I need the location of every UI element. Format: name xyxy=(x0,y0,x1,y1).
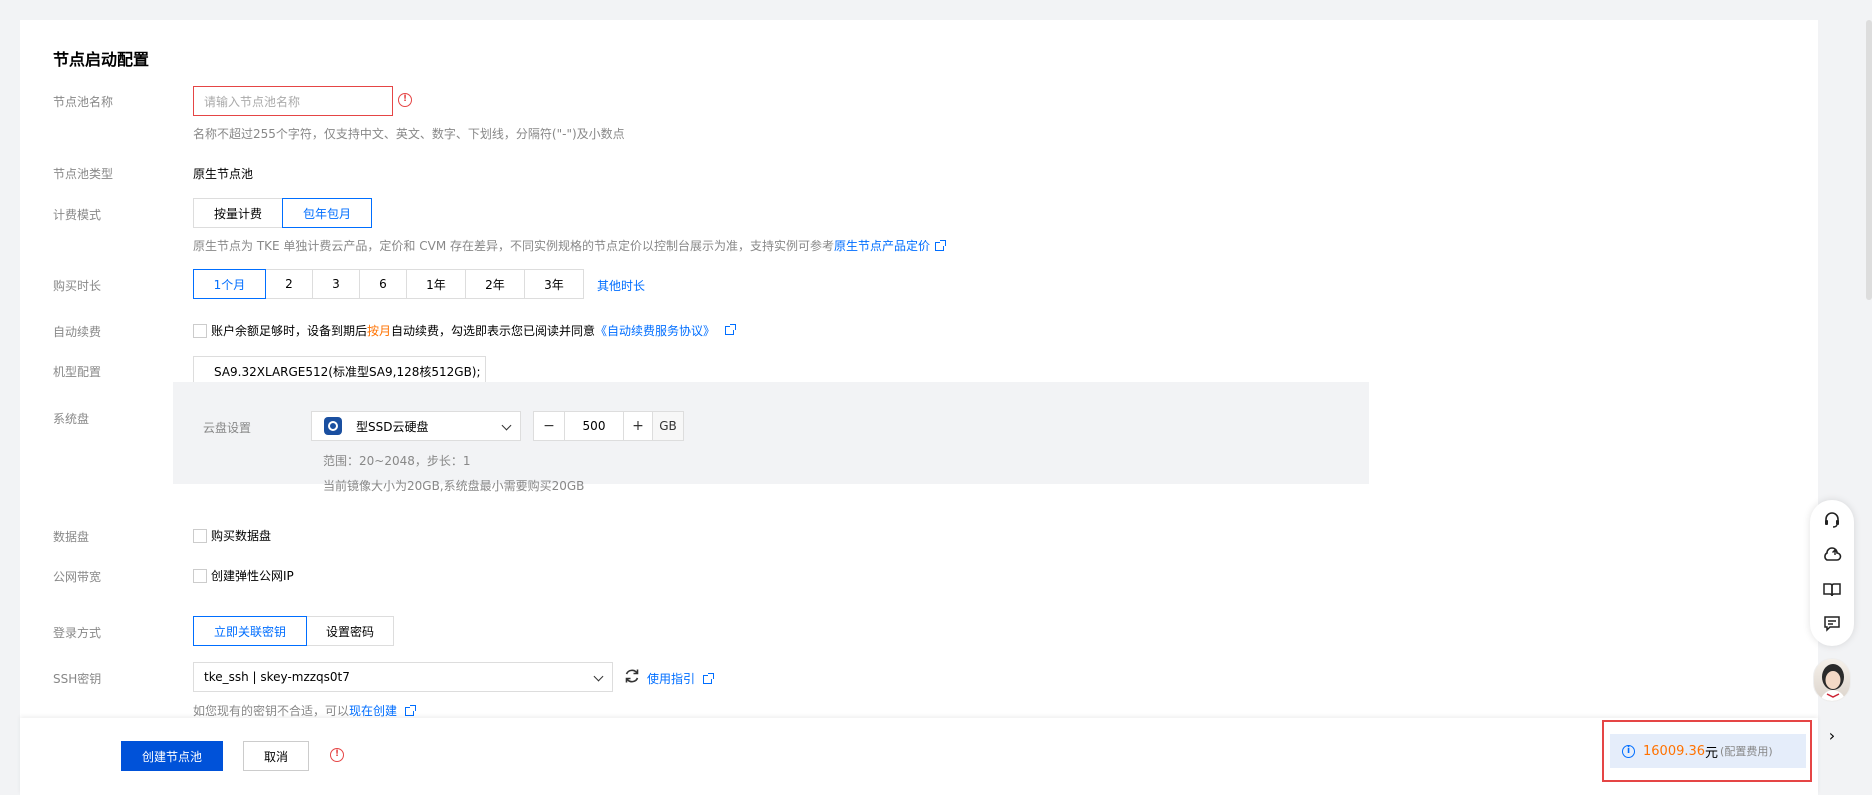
duration-option-2[interactable]: 2 xyxy=(265,269,313,299)
assistant-avatar[interactable] xyxy=(1813,658,1851,702)
disk-size-minus-button[interactable]: − xyxy=(533,411,565,441)
system-disk-label: 系统盘 xyxy=(53,412,90,426)
billing-label: 计费模式 xyxy=(53,208,102,222)
duration-option-1-year[interactable]: 1年 xyxy=(406,269,466,299)
data-disk-checkbox[interactable] xyxy=(193,528,207,543)
chevron-down-icon xyxy=(501,420,512,431)
public-bandwidth-label: 公网带宽 xyxy=(53,570,102,584)
pool-name-placeholder: 请输入节点池名称 xyxy=(204,94,301,109)
duration-option-3[interactable]: 3 xyxy=(312,269,360,299)
eip-checkbox[interactable] xyxy=(193,568,207,583)
feedback-icon[interactable] xyxy=(1822,614,1842,634)
ssh-guide-link-wrap: 使用指引 xyxy=(647,670,715,687)
billing-segmented: 按量计费 包年包月 xyxy=(193,198,372,228)
section-title: 节点启动配置 xyxy=(53,50,150,69)
disk-range-hint: 范围：20~2048，步长：1 xyxy=(323,454,471,468)
refresh-icon[interactable] xyxy=(623,667,641,685)
duration-option-2-year[interactable]: 2年 xyxy=(465,269,525,299)
disk-type-value: 型SSD云硬盘 xyxy=(356,419,429,434)
price-note: (配置费用) xyxy=(1720,745,1773,758)
duration-option-6[interactable]: 6 xyxy=(359,269,407,299)
auto-renew-highlight: 按月 xyxy=(367,324,392,338)
public-bandwidth-row: 创建弹性公网IP xyxy=(193,567,294,584)
eip-checkbox-label: 创建弹性公网IP xyxy=(211,569,294,583)
error-icon: ! xyxy=(330,748,344,762)
floating-tools xyxy=(1810,500,1854,646)
ssh-key-value: tke_ssh | skey-mzzqs0t7 xyxy=(204,670,350,684)
pool-name-label: 节点池名称 xyxy=(53,95,114,109)
login-option-ssh-key[interactable]: 立即关联密钥 xyxy=(193,616,307,646)
duration-option-1-month[interactable]: 1个月 xyxy=(193,269,266,299)
pool-type-value: 原生节点池 xyxy=(193,167,254,181)
billing-note-text: 原生节点为 TKE 单独计费云产品，定价和 CVM 存在差异，不同实例规格的节点… xyxy=(193,239,834,253)
disk-size-unit: GB xyxy=(652,411,684,441)
other-duration-link[interactable]: 其他时长 xyxy=(597,277,645,294)
auto-renew-checkbox[interactable] xyxy=(193,323,207,338)
create-node-pool-button[interactable]: 创建节点池 xyxy=(121,741,223,771)
ssh-key-label: SSH密钥 xyxy=(53,672,102,686)
disk-type-select[interactable]: 型SSD云硬盘 xyxy=(311,411,521,441)
pricing-link[interactable]: 原生节点产品定价 xyxy=(834,239,930,253)
avatar-illustration xyxy=(1820,664,1846,701)
data-disk-checkbox-label: 购买数据盘 xyxy=(211,529,272,543)
data-disk-label: 数据盘 xyxy=(53,530,90,544)
book-icon[interactable] xyxy=(1822,580,1842,600)
pool-name-hint: 名称不超过255个字符，仅支持中文、英文、数字、下划线，分隔符("-")及小数点 xyxy=(193,127,625,141)
page-scrollbar[interactable] xyxy=(1866,20,1872,300)
auto-renew-text-suffix: 自动续费，勾选即表示您已阅读并同意 xyxy=(391,324,596,338)
disk-size-plus-button[interactable]: + xyxy=(623,411,653,441)
data-disk-row: 购买数据盘 xyxy=(193,527,271,544)
auto-renew-agreement-link[interactable]: 《自动续费服务协议》 xyxy=(595,322,715,339)
price-highlight-box: i 16009.36 元 (配置费用) xyxy=(1602,720,1812,782)
ssh-guide-link[interactable]: 使用指引 xyxy=(647,672,695,686)
login-option-password[interactable]: 设置密码 xyxy=(306,616,394,646)
chevron-down-icon xyxy=(593,671,604,682)
external-link-icon xyxy=(703,673,715,684)
pool-name-input[interactable]: 请输入节点池名称 xyxy=(193,86,393,116)
system-disk-panel: 云盘设置 型SSD云硬盘 − 500 + GB 范围：20~2048，步长：1 … xyxy=(173,382,1369,493)
instance-type-value: SA9.32XLARGE512(标准型SA9,128核512GB); xyxy=(214,364,481,379)
external-link-icon xyxy=(935,240,947,251)
external-link-icon xyxy=(725,324,737,335)
duration-segmented: 1个月 2 3 6 1年 2年 3年 xyxy=(193,269,584,299)
duration-option-3-year[interactable]: 3年 xyxy=(524,269,584,299)
error-icon: ! xyxy=(398,93,412,107)
billing-option-pay-as-you-go[interactable]: 按量计费 xyxy=(193,198,283,228)
ssh-key-hint: 如您现有的密钥不合适，可以现在创建 xyxy=(193,702,417,719)
auto-renew-text: 账户余额足够时，设备到期后 xyxy=(211,324,368,338)
cancel-button[interactable]: 取消 xyxy=(243,741,309,771)
ssh-key-select[interactable]: tke_ssh | skey-mzzqs0t7 xyxy=(193,662,613,692)
create-key-link[interactable]: 现在创建 xyxy=(349,704,397,718)
headset-support-icon[interactable] xyxy=(1822,510,1842,530)
ssh-key-hint-text: 如您现有的密钥不合适，可以 xyxy=(193,704,350,718)
cloud-disk-icon xyxy=(324,417,342,435)
collapse-footer-button[interactable]: › xyxy=(1818,720,1846,750)
external-link-icon xyxy=(405,705,417,716)
price-summary[interactable]: i 16009.36 元 (配置费用) xyxy=(1610,734,1806,768)
disk-image-hint: 当前镜像大小为20GB,系统盘最小需要购买20GB xyxy=(323,479,585,493)
cloud-upload-icon[interactable] xyxy=(1822,545,1842,565)
instance-type-label: 机型配置 xyxy=(53,365,102,379)
billing-option-monthly[interactable]: 包年包月 xyxy=(282,198,372,228)
cloud-disk-label: 云盘设置 xyxy=(203,421,252,435)
price-unit: 元 xyxy=(1705,745,1719,761)
billing-note: 原生节点为 TKE 单独计费云产品，定价和 CVM 存在差异，不同实例规格的节点… xyxy=(193,237,947,254)
disk-size-input[interactable]: 500 xyxy=(564,411,624,441)
info-icon: i xyxy=(1622,744,1635,758)
auto-renew-row: 账户余额足够时，设备到期后 按月 自动续费，勾选即表示您已阅读并同意 《自动续费服务协… xyxy=(193,322,737,339)
login-method-segmented: 立即关联密钥 设置密码 xyxy=(193,616,394,646)
duration-label: 购买时长 xyxy=(53,279,102,293)
login-method-label: 登录方式 xyxy=(53,626,102,640)
pool-type-label: 节点池类型 xyxy=(53,167,114,181)
auto-renew-label: 自动续费 xyxy=(53,325,102,339)
price-amount: 16009.36 xyxy=(1643,743,1706,759)
